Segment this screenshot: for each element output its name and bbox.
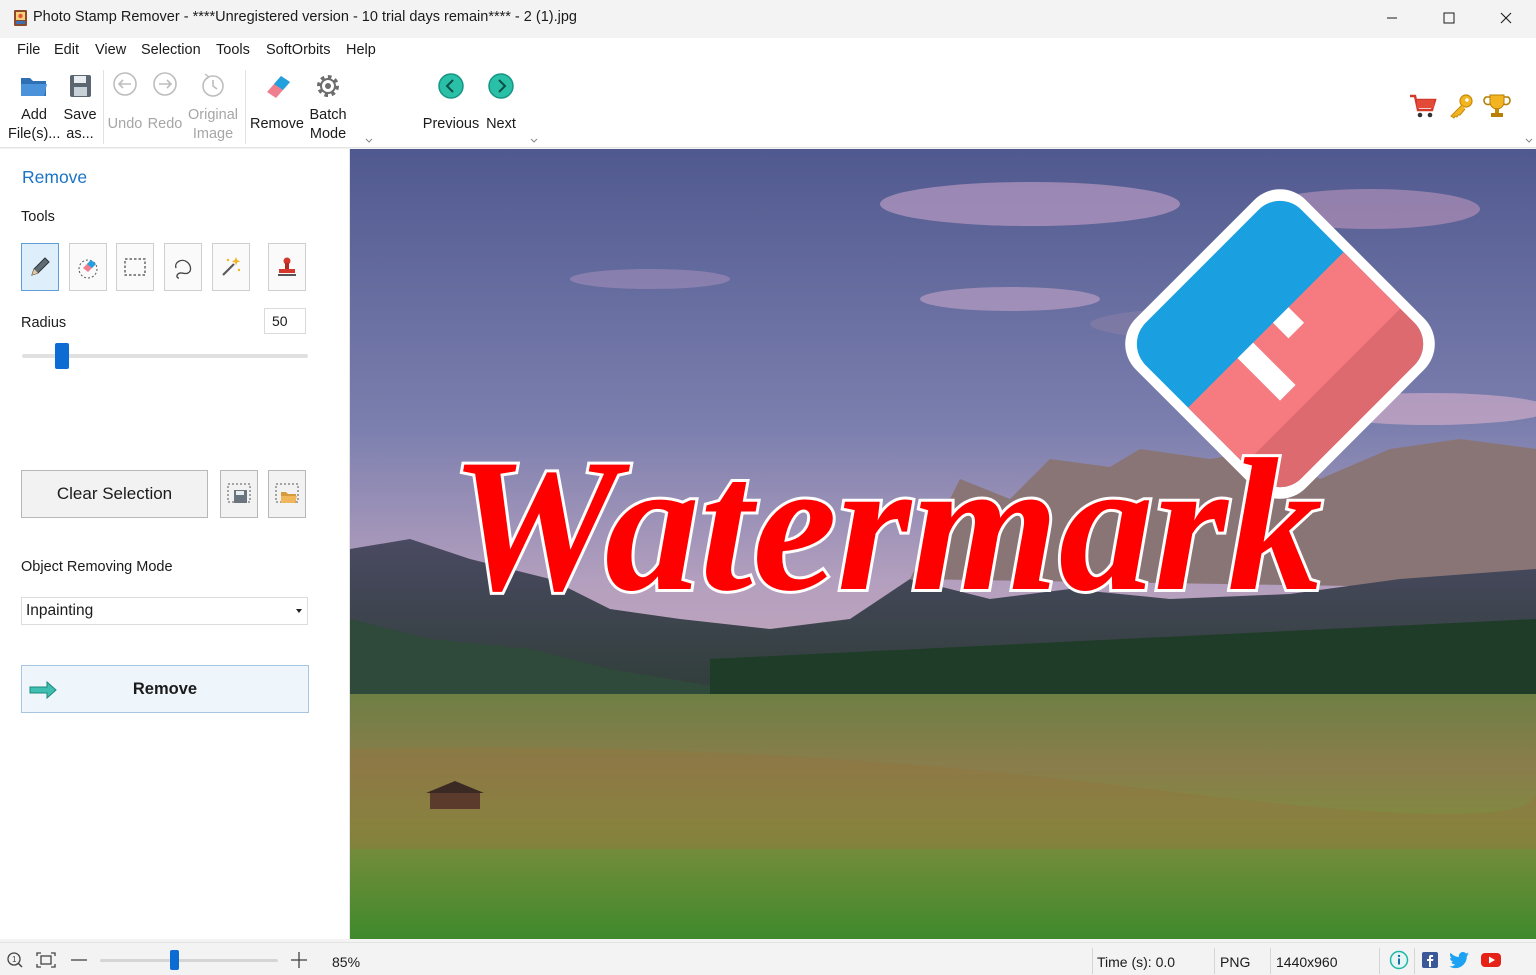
arrow-right-circle-icon (488, 73, 514, 99)
window-title: Photo Stamp Remover - ****Unregistered v… (33, 9, 577, 25)
zoom-slider-thumb[interactable] (170, 950, 179, 970)
title-bar: Photo Stamp Remover - ****Unregistered v… (0, 0, 1536, 36)
magic-wand-button[interactable] (212, 243, 250, 291)
save-as-button[interactable]: Save as... (60, 64, 100, 148)
chevron-down-icon (296, 609, 302, 613)
cart-icon[interactable] (1408, 92, 1438, 120)
selection-eraser-icon (78, 259, 98, 279)
menu-tools[interactable]: Tools (216, 42, 250, 58)
zoom-in-icon[interactable] (290, 951, 308, 969)
toolbar-separator (103, 70, 104, 144)
lasso-select-button[interactable] (164, 243, 202, 291)
original-image-button[interactable]: Original Image (185, 64, 241, 148)
close-icon (1500, 12, 1512, 24)
next-button[interactable]: Next (482, 64, 520, 148)
zoom-slider-track[interactable] (100, 959, 278, 962)
eraser-icon (267, 76, 290, 98)
lasso-icon (175, 259, 192, 279)
image-canvas[interactable]: Watermark (350, 149, 1536, 939)
toolbar-overflow-icon[interactable] (530, 138, 538, 144)
redo-button[interactable]: Redo (146, 64, 184, 148)
maximize-button[interactable] (1421, 0, 1477, 36)
gear-icon (317, 75, 339, 97)
left-panel: Remove Tools Radius 50 Clear Selection O… (0, 149, 350, 939)
svg-text:1: 1 (12, 955, 17, 964)
panel-title: Remove (22, 167, 88, 187)
eraser-tool-button[interactable] (69, 243, 107, 291)
previous-button[interactable]: Previous (420, 64, 482, 148)
twitter-icon[interactable] (1449, 950, 1471, 970)
toolbar: Add File(s)... Save as... Undo Redo Orig… (0, 64, 1536, 148)
tools-label: Tools (21, 209, 55, 225)
key-icon[interactable] (1447, 92, 1475, 120)
stamp-icon (278, 257, 296, 276)
undo-button[interactable]: Undo (106, 64, 144, 148)
magic-wand-icon (222, 257, 241, 276)
menu-edit[interactable]: Edit (54, 42, 79, 58)
status-separator (1379, 948, 1380, 974)
mode-select[interactable]: Inpainting (21, 597, 308, 625)
info-icon[interactable] (1389, 950, 1409, 970)
minimize-icon (1387, 17, 1397, 19)
trophy-icon[interactable] (1483, 92, 1511, 120)
load-selection-icon (275, 483, 299, 503)
arrow-left-circle-icon (438, 73, 464, 99)
batch-mode-button[interactable]: Batch Mode (306, 64, 350, 148)
folder-open-icon (21, 78, 47, 96)
status-bar: 1 85% Time (s): 0.0 PNG 1440x960 (0, 942, 1536, 975)
add-files-button[interactable]: Add File(s)... (8, 64, 60, 148)
remove-toolbar-button[interactable]: Remove (248, 64, 306, 148)
save-selection-button[interactable] (220, 470, 258, 518)
status-separator (1214, 948, 1215, 974)
remove-button[interactable]: Remove (21, 665, 309, 713)
save-icon (70, 75, 91, 97)
menu-view[interactable]: View (95, 42, 126, 58)
status-separator (1414, 948, 1415, 974)
close-button[interactable] (1478, 0, 1534, 36)
app-icon (14, 10, 27, 26)
radius-slider-thumb[interactable] (54, 343, 69, 369)
save-selection-icon (227, 483, 251, 503)
stamp-tool-button[interactable] (268, 243, 306, 291)
menu-bar: File Edit View Selection Tools SoftOrbit… (0, 38, 1536, 64)
rectangle-select-button[interactable] (116, 243, 154, 291)
toolbar-overflow-icon[interactable] (1525, 138, 1533, 144)
load-selection-button[interactable] (268, 470, 306, 518)
pencil-icon (31, 257, 50, 276)
status-separator (1092, 948, 1093, 974)
zoom-level: 85% (332, 954, 361, 970)
status-separator (1270, 948, 1271, 974)
menu-help[interactable]: Help (346, 42, 376, 58)
time-readout: Time (s): 0.0 (1097, 954, 1176, 970)
toolbar-overflow-icon[interactable] (365, 138, 373, 144)
toolbar-separator (245, 70, 246, 144)
rectangle-select-icon (124, 258, 146, 276)
radius-label: Radius (21, 315, 67, 331)
maximize-icon (1443, 12, 1455, 24)
watermark-text: Watermark (450, 421, 1323, 631)
brush-tool-button[interactable] (21, 243, 59, 291)
image-dimensions: 1440x960 (1276, 954, 1338, 970)
menu-file[interactable]: File (17, 42, 40, 58)
radius-input[interactable]: 50 (264, 308, 306, 334)
original-image-icon (202, 73, 224, 97)
watermark-overlay: Watermark (447, 189, 1435, 634)
facebook-icon[interactable] (1421, 951, 1439, 969)
menu-selection[interactable]: Selection (141, 42, 201, 58)
clear-selection-button[interactable]: Clear Selection (21, 470, 208, 518)
zoom-actual-size-icon[interactable]: 1 (6, 951, 24, 969)
image-format: PNG (1220, 954, 1251, 970)
zoom-out-icon[interactable] (70, 955, 88, 965)
undo-icon (113, 72, 137, 96)
mode-label: Object Removing Mode (21, 559, 173, 575)
minimize-button[interactable] (1364, 0, 1420, 36)
youtube-icon[interactable] (1480, 951, 1502, 969)
redo-icon (153, 72, 177, 96)
fit-window-icon[interactable] (35, 951, 57, 969)
menu-softorbits[interactable]: SoftOrbits (266, 42, 330, 58)
